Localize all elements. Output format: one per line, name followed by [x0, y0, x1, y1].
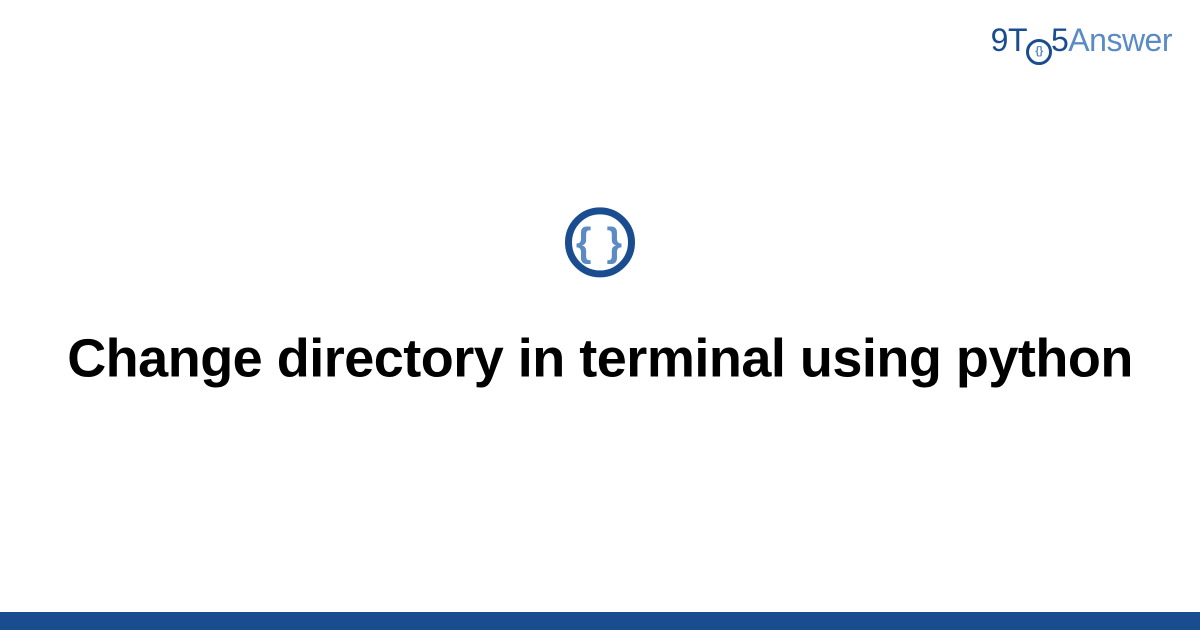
logo-o-braces: {}	[1035, 46, 1043, 57]
site-logo: 9T {} 5Answer	[991, 22, 1172, 65]
footer-bar	[0, 612, 1200, 630]
code-braces-icon: { }	[565, 207, 635, 277]
logo-text-answer: Answer	[1068, 22, 1172, 58]
logo-text-9t: 9T	[991, 22, 1027, 58]
page-title: Change directory in terminal using pytho…	[40, 325, 1160, 393]
main-content: { } Change directory in terminal using p…	[0, 207, 1200, 393]
braces-glyph: { }	[576, 222, 624, 262]
logo-text-5: 5	[1051, 22, 1068, 58]
logo-o-icon: {}	[1026, 39, 1052, 65]
